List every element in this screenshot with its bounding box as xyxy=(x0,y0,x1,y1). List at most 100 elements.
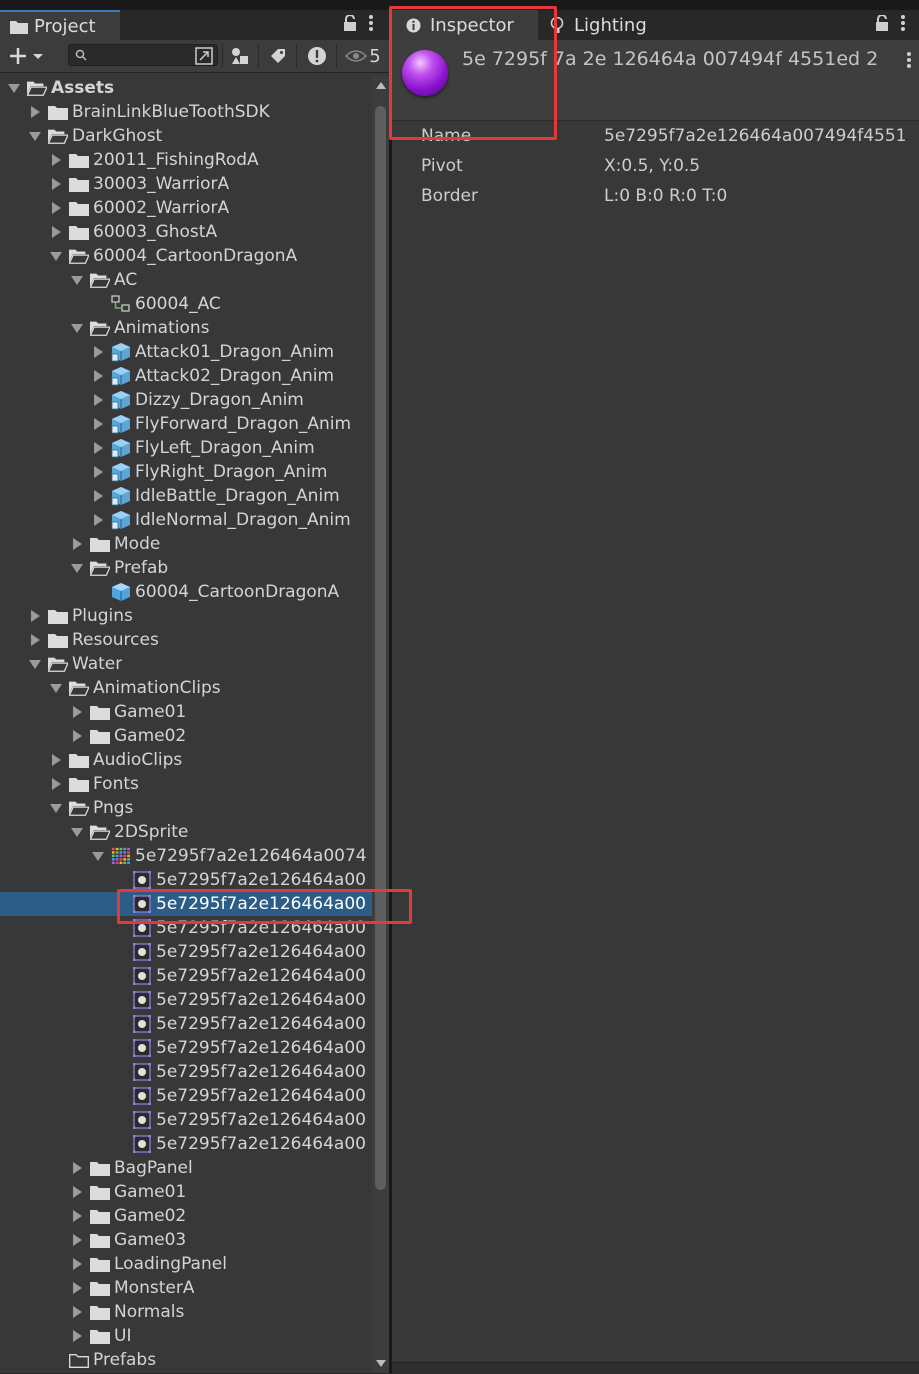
tree-row[interactable]: FlyForward_Dragon_Anim xyxy=(0,412,370,436)
expand-arrow-right-icon[interactable] xyxy=(49,777,63,791)
expand-arrow-right-icon[interactable] xyxy=(70,1209,84,1223)
tree-row[interactable]: 2DSprite xyxy=(0,820,370,844)
expand-arrow-down-icon[interactable] xyxy=(49,249,63,263)
tree-row[interactable]: FlyLeft_Dragon_Anim xyxy=(0,436,370,460)
tree-row[interactable]: 5e7295f7a2e126464a00 xyxy=(0,1084,370,1108)
expand-arrow-right-icon[interactable] xyxy=(70,1161,84,1175)
filter-by-type-icon[interactable] xyxy=(228,43,252,69)
expand-arrow-right-icon[interactable] xyxy=(70,729,84,743)
expand-arrow-down-icon[interactable] xyxy=(28,129,42,143)
expand-arrow-down-icon[interactable] xyxy=(70,825,84,839)
expand-arrow-down-icon[interactable] xyxy=(49,681,63,695)
tree-row[interactable]: 5e7295f7a2e126464a00 xyxy=(0,988,370,1012)
property-value[interactable]: L:0 B:0 R:0 T:0 xyxy=(604,186,914,206)
tree-row[interactable]: 5e7295f7a2e126464a00 xyxy=(0,1036,370,1060)
tree-row[interactable]: BagPanel xyxy=(0,1156,370,1180)
tree-row[interactable]: IdleNormal_Dragon_Anim xyxy=(0,508,370,532)
expand-arrow-right-icon[interactable] xyxy=(49,753,63,767)
expand-arrow-down-icon[interactable] xyxy=(70,321,84,335)
search-by-type-icon[interactable] xyxy=(192,43,216,69)
expand-arrow-right-icon[interactable] xyxy=(70,1233,84,1247)
tree-row[interactable]: Prefab xyxy=(0,556,370,580)
expand-arrow-right-icon[interactable] xyxy=(91,489,105,503)
expand-arrow-down-icon[interactable] xyxy=(7,81,21,95)
expand-arrow-down-icon[interactable] xyxy=(70,561,84,575)
tree-row[interactable]: Game03 xyxy=(0,1228,370,1252)
expand-arrow-down-icon[interactable] xyxy=(49,801,63,815)
tree-row[interactable]: 60004_CartoonDragonA xyxy=(0,244,370,268)
expand-arrow-right-icon[interactable] xyxy=(70,1281,84,1295)
tree-row[interactable]: IdleBattle_Dragon_Anim xyxy=(0,484,370,508)
tree-row[interactable]: Fonts xyxy=(0,772,370,796)
lock-icon[interactable] xyxy=(343,13,357,36)
tree-row[interactable]: 20011_FishingRodA xyxy=(0,148,370,172)
tree-row[interactable]: Game02 xyxy=(0,1204,370,1228)
tab-project[interactable]: Project xyxy=(0,10,120,40)
property-value[interactable]: X:0.5, Y:0.5 xyxy=(604,156,914,176)
hidden-packages-toggle[interactable]: 5 xyxy=(343,43,383,69)
expand-arrow-right-icon[interactable] xyxy=(28,609,42,623)
tree-row[interactable]: Assets xyxy=(0,76,370,100)
tree-row[interactable]: 5e7295f7a2e126464a00 xyxy=(0,1060,370,1084)
tree-row[interactable]: Game02 xyxy=(0,724,370,748)
tab-lighting[interactable]: Lighting xyxy=(540,10,680,40)
expand-arrow-right-icon[interactable] xyxy=(70,1185,84,1199)
filter-by-label-icon[interactable] xyxy=(266,43,290,69)
tree-row[interactable]: Water xyxy=(0,652,370,676)
expand-arrow-right-icon[interactable] xyxy=(49,153,63,167)
lock-icon[interactable] xyxy=(875,13,889,36)
expand-arrow-right-icon[interactable] xyxy=(28,633,42,647)
expand-arrow-right-icon[interactable] xyxy=(91,441,105,455)
expand-arrow-down-icon[interactable] xyxy=(70,273,84,287)
tree-row[interactable]: 5e7295f7a2e126464a00 xyxy=(0,964,370,988)
tree-row[interactable]: Normals xyxy=(0,1300,370,1324)
tree-row[interactable]: 60004_AC xyxy=(0,292,370,316)
tree-row[interactable]: Dizzy_Dragon_Anim xyxy=(0,388,370,412)
tree-row[interactable]: Animations xyxy=(0,316,370,340)
expand-arrow-right-icon[interactable] xyxy=(49,225,63,239)
expand-arrow-right-icon[interactable] xyxy=(70,1305,84,1319)
expand-arrow-down-icon[interactable] xyxy=(91,849,105,863)
scroll-down-arrow-icon[interactable] xyxy=(376,1360,386,1367)
tree-row[interactable]: Mode xyxy=(0,532,370,556)
tree-row[interactable]: 5e7295f7a2e126464a00 xyxy=(0,940,370,964)
expand-arrow-right-icon[interactable] xyxy=(91,393,105,407)
expand-arrow-right-icon[interactable] xyxy=(91,369,105,383)
tree-row[interactable]: FlyRight_Dragon_Anim xyxy=(0,460,370,484)
expand-arrow-right-icon[interactable] xyxy=(91,345,105,359)
tree-row[interactable]: Pngs xyxy=(0,796,370,820)
tree-row[interactable]: 60002_WarriorA xyxy=(0,196,370,220)
property-value[interactable]: 5e7295f7a2e126464a007494f4551 xyxy=(604,126,914,146)
tree-row[interactable]: 5e7295f7a2e126464a00 xyxy=(0,1012,370,1036)
expand-arrow-right-icon[interactable] xyxy=(28,105,42,119)
more-options-icon[interactable] xyxy=(901,14,905,36)
create-dropdown-button[interactable] xyxy=(6,43,48,69)
tree-row[interactable]: Attack02_Dragon_Anim xyxy=(0,364,370,388)
expand-arrow-right-icon[interactable] xyxy=(49,177,63,191)
tree-row[interactable]: Prefabs xyxy=(0,1348,370,1372)
tree-row[interactable]: LoadingPanel xyxy=(0,1252,370,1276)
expand-arrow-right-icon[interactable] xyxy=(70,1329,84,1343)
expand-arrow-right-icon[interactable] xyxy=(70,537,84,551)
tree-row[interactable]: 60004_CartoonDragonA xyxy=(0,580,370,604)
more-options-icon[interactable] xyxy=(369,14,373,36)
tree-row[interactable]: DarkGhost xyxy=(0,124,370,148)
tree-row[interactable]: Game01 xyxy=(0,1180,370,1204)
expand-arrow-right-icon[interactable] xyxy=(49,201,63,215)
tree-row[interactable]: MonsterA xyxy=(0,1276,370,1300)
expand-arrow-right-icon[interactable] xyxy=(91,465,105,479)
tree-row[interactable]: 5e7295f7a2e126464a0074 xyxy=(0,844,370,868)
tree-row[interactable]: AC xyxy=(0,268,370,292)
tree-row[interactable]: UI xyxy=(0,1324,370,1348)
expand-arrow-right-icon[interactable] xyxy=(70,705,84,719)
tree-row[interactable]: Attack01_Dragon_Anim xyxy=(0,340,370,364)
tree-scrollbar-thumb[interactable] xyxy=(375,106,386,1190)
tree-row[interactable]: AnimationClips xyxy=(0,676,370,700)
scroll-up-arrow-icon[interactable] xyxy=(376,82,386,89)
expand-arrow-right-icon[interactable] xyxy=(70,1257,84,1271)
tree-row[interactable]: AudioClips xyxy=(0,748,370,772)
tree-row[interactable]: 5e7295f7a2e126464a00 xyxy=(0,1108,370,1132)
tree-row[interactable]: BrainLinkBlueToothSDK xyxy=(0,100,370,124)
tree-row[interactable]: 60003_GhostA xyxy=(0,220,370,244)
warning-filter-icon[interactable] xyxy=(304,43,330,69)
